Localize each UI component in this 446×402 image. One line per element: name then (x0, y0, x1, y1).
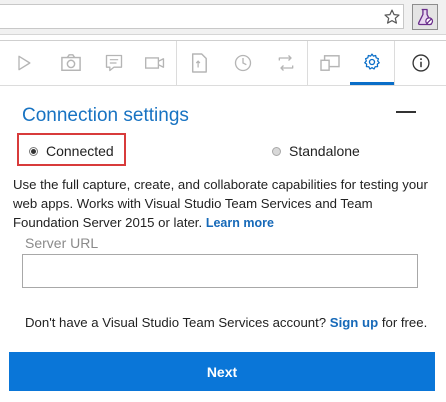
camera-icon[interactable] (47, 41, 94, 85)
radio-standalone[interactable]: Standalone (272, 143, 360, 159)
signup-prefix: Don't have a Visual Studio Team Services… (25, 315, 327, 330)
video-icon[interactable] (134, 41, 176, 85)
learn-more-link[interactable]: Learn more (206, 216, 274, 230)
flask-extension-icon[interactable] (412, 4, 438, 30)
radio-connected-indicator[interactable] (29, 146, 38, 156)
address-bar[interactable] (0, 4, 404, 29)
popup-toolbar (0, 41, 446, 86)
minus-icon[interactable] (396, 111, 416, 113)
browser-toolbar (0, 0, 446, 35)
document-icon[interactable] (176, 41, 221, 85)
server-url-label: Server URL (25, 235, 99, 251)
server-url-input[interactable] (22, 254, 418, 288)
next-button[interactable]: Next (9, 352, 435, 391)
note-icon[interactable] (94, 41, 134, 85)
gear-icon[interactable] (350, 41, 394, 85)
radio-connected-label: Connected (46, 143, 114, 159)
connection-description: Use the full capture, create, and collab… (13, 175, 438, 233)
sign-up-link[interactable]: Sign up (330, 315, 378, 330)
connection-settings-title: Connection settings (22, 105, 189, 126)
play-icon[interactable] (0, 41, 47, 85)
repeat-icon[interactable] (265, 41, 307, 85)
clock-icon[interactable] (220, 41, 265, 85)
bookmark-star-icon[interactable] (381, 6, 403, 28)
screens-icon[interactable] (307, 41, 351, 85)
radio-connected[interactable]: Connected (29, 143, 114, 159)
radio-standalone-label: Standalone (289, 143, 360, 159)
radio-standalone-indicator[interactable] (272, 146, 281, 156)
signup-line: Don't have a Visual Studio Team Services… (25, 315, 427, 330)
info-icon[interactable] (394, 41, 446, 85)
signup-suffix: for free. (381, 315, 428, 330)
